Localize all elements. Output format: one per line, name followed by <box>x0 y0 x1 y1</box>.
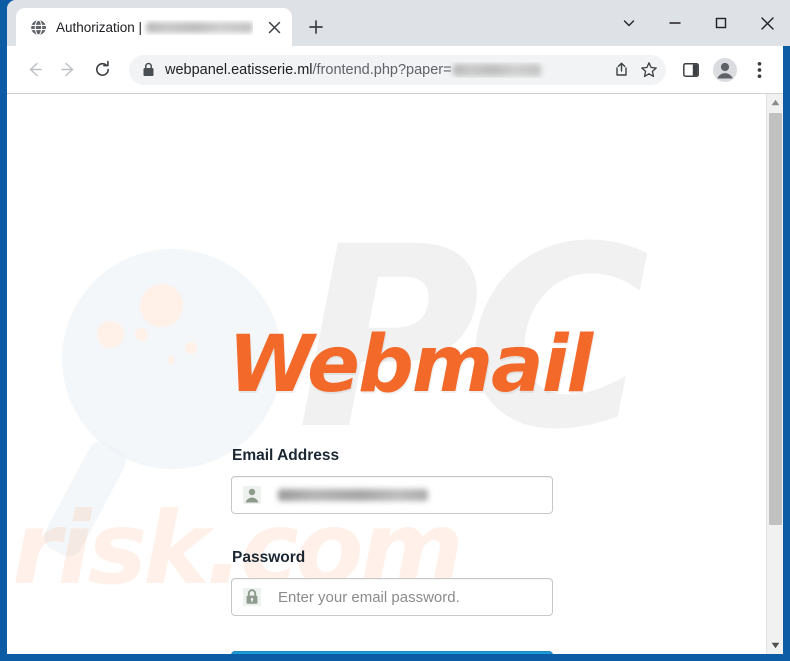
url-text: webpanel.eatisserie.ml/frontend.php?pape… <box>165 62 598 78</box>
tab-title-text: Authorization | <box>56 19 143 35</box>
bubble-decoration-1 <box>140 284 183 327</box>
share-icon[interactable] <box>608 57 634 83</box>
tab-search-chevron-down-icon[interactable] <box>606 0 652 46</box>
padlock-icon <box>240 585 264 609</box>
browser-window: Authorization | webpanel.eatisserie.ml /… <box>0 0 790 661</box>
address-bar-actions <box>608 57 662 83</box>
url-redacted <box>452 63 541 76</box>
site-lock-icon <box>142 62 155 77</box>
webmail-login-page: PC risk.com Webmail Email Address Passwo… <box>7 94 766 654</box>
scrollbar-thumb[interactable] <box>769 113 782 525</box>
side-panel-icon[interactable] <box>676 55 706 85</box>
tab-title-redacted <box>146 21 253 33</box>
url-host: webpanel.eatisserie.ml <box>165 61 313 78</box>
url-path: /frontend.php?paper= <box>312 61 452 78</box>
forward-arrow-icon[interactable] <box>53 55 83 85</box>
password-label: Password <box>232 549 306 566</box>
page-viewport: PC risk.com Webmail Email Address Passwo… <box>7 93 783 654</box>
email-label: Email Address <box>232 447 340 464</box>
vertical-scrollbar[interactable] <box>766 94 783 654</box>
star-icon[interactable] <box>636 57 662 83</box>
avatar-icon[interactable] <box>710 55 740 85</box>
three-dot-menu-icon[interactable] <box>744 55 774 85</box>
password-placeholder: Enter your email password. <box>278 588 460 606</box>
address-bar[interactable]: webpanel.eatisserie.ml/frontend.php?pape… <box>129 54 666 85</box>
back-arrow-icon[interactable] <box>19 55 49 85</box>
tab-strip: Authorization | <box>7 0 790 46</box>
webmail-logo: Webmail <box>228 320 593 410</box>
user-icon <box>240 483 264 507</box>
email-field[interactable] <box>231 476 553 514</box>
bubble-decoration-5 <box>167 356 175 364</box>
tab-title: Authorization | <box>56 20 253 35</box>
login-button[interactable]: Log in <box>231 651 553 654</box>
new-tab-button[interactable] <box>302 13 330 41</box>
bubble-decoration-2 <box>97 321 124 348</box>
browser-toolbar: webpanel.eatisserie.ml/frontend.php?pape… <box>7 46 783 93</box>
globe-icon <box>30 19 47 36</box>
email-value-redacted <box>278 489 428 501</box>
bubble-decoration-3 <box>135 328 148 341</box>
window-controls <box>606 0 790 46</box>
maximize-button[interactable] <box>698 0 744 46</box>
minimize-button[interactable] <box>652 0 698 46</box>
scroll-down-arrow-icon[interactable] <box>767 637 783 654</box>
browser-tab-authorization[interactable]: Authorization | <box>16 8 292 46</box>
bubble-decoration-4 <box>185 342 197 354</box>
password-field[interactable]: Enter your email password. <box>231 578 553 616</box>
scroll-up-arrow-icon[interactable] <box>767 94 783 111</box>
close-window-button[interactable] <box>744 0 790 46</box>
tab-close-icon[interactable] <box>262 15 286 39</box>
reload-icon[interactable] <box>87 55 117 85</box>
